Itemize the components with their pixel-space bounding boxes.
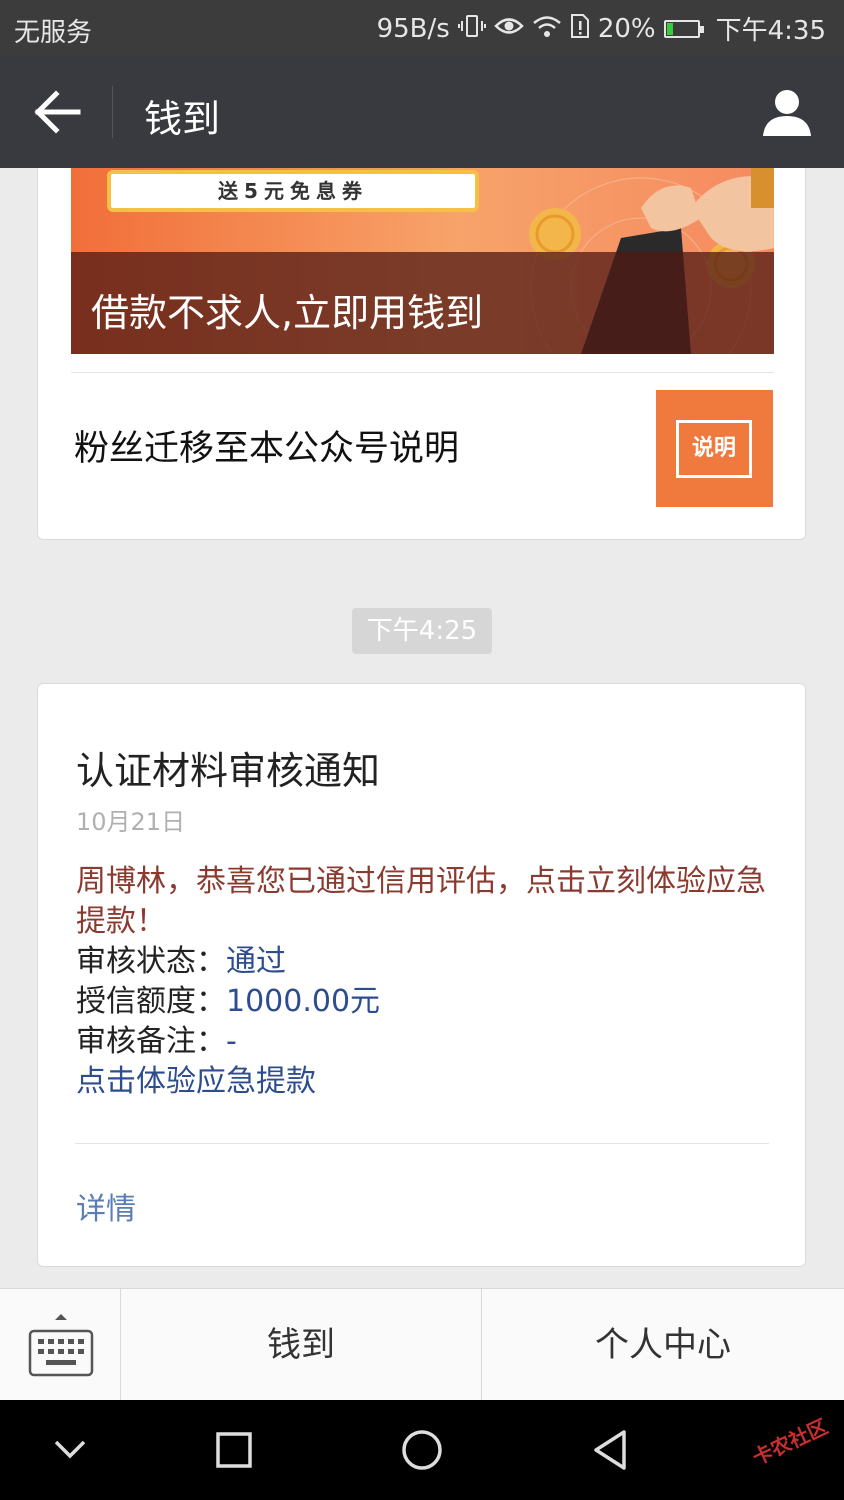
bottom-menu-bar: 钱到 个人中心 — [0, 1288, 844, 1401]
remark-value: - — [226, 1024, 237, 1059]
status-bar: 无服务 95B/s 20% 下午4:35 — [0, 0, 844, 56]
vibrate-icon — [457, 13, 486, 45]
article-thumbnail[interactable]: 说明 — [656, 390, 773, 507]
divider — [75, 1143, 769, 1144]
battery-icon — [663, 19, 704, 38]
title-bar: 钱到 — [0, 56, 844, 168]
template-message-card[interactable]: 认证材料审核通知 10月21日 周博林，恭喜您已通过信用评估，点击立刻体验应急提… — [37, 683, 806, 1267]
message-lead: 周博林，恭喜您已通过信用评估，点击立刻体验应急提款！ — [76, 864, 766, 939]
timestamp-pill: 下午4:25 — [352, 608, 492, 654]
credit-value: 1000.00元 — [226, 984, 381, 1019]
circle-icon — [402, 1430, 442, 1470]
menu-item-personal-center[interactable]: 个人中心 — [482, 1289, 844, 1401]
clock: 下午4:35 — [715, 16, 826, 46]
remark-row: 审核备注：- — [76, 1022, 237, 1062]
sim-alert-icon — [570, 13, 590, 45]
status-row: 审核状态：通过 — [76, 942, 286, 982]
chevron-down-icon — [54, 1440, 86, 1459]
system-nav-bar — [0, 1400, 844, 1500]
status-label: 审核状态： — [76, 944, 226, 979]
page-title: 钱到 — [144, 97, 221, 141]
eye-icon — [494, 15, 524, 43]
keyboard-icon — [28, 1314, 94, 1377]
nav-home-button[interactable] — [392, 1422, 452, 1478]
article-title[interactable]: 粉丝迁移至本公众号说明 — [74, 420, 459, 471]
back-arrow-icon — [34, 90, 81, 134]
user-icon — [763, 90, 811, 136]
chat-content[interactable]: 送5元免息券 借款不求人,立即用钱到 粉丝迁移至本公众号说明 说明 下午4:25 — [0, 168, 844, 1288]
battery-percent: 20% — [597, 13, 656, 44]
credit-row: 授信额度：1000.00元 — [76, 982, 380, 1022]
banner-image[interactable]: 送5元免息券 借款不求人,立即用钱到 — [71, 168, 774, 354]
wifi-icon — [532, 14, 562, 44]
triangle-back-icon — [594, 1430, 626, 1470]
credit-label: 授信额度： — [76, 984, 226, 1019]
profile-button[interactable] — [760, 86, 814, 138]
divider — [71, 372, 774, 373]
coupon-label: 送5元免息券 — [107, 170, 479, 212]
thumb-label: 说明 — [676, 420, 752, 478]
status-value: 通过 — [226, 944, 286, 979]
nav-hide-button[interactable] — [40, 1422, 100, 1478]
net-speed: 95B/s — [376, 13, 450, 44]
article-card: 送5元免息券 借款不求人,立即用钱到 粉丝迁移至本公众号说明 说明 — [37, 168, 806, 540]
detail-link[interactable]: 详情 — [76, 1184, 136, 1228]
nav-back-button[interactable] — [580, 1422, 640, 1478]
message-date: 10月21日 — [76, 808, 186, 836]
menu-item-qiandao[interactable]: 钱到 — [121, 1289, 482, 1401]
remark-label: 审核备注： — [76, 1024, 226, 1059]
banner-caption: 借款不求人,立即用钱到 — [91, 291, 484, 335]
nav-recents-button[interactable] — [204, 1422, 264, 1478]
status-icons: 95B/s 20% 下午4:35 — [377, 10, 826, 47]
keyboard-toggle-button[interactable] — [0, 1289, 121, 1401]
withdraw-link[interactable]: 点击体验应急提款 — [76, 1062, 316, 1102]
title-divider — [112, 86, 113, 138]
carrier-text: 无服务 — [14, 18, 93, 48]
back-button[interactable] — [30, 86, 90, 138]
square-icon — [216, 1432, 252, 1468]
message-title: 认证材料审核通知 — [76, 749, 381, 793]
